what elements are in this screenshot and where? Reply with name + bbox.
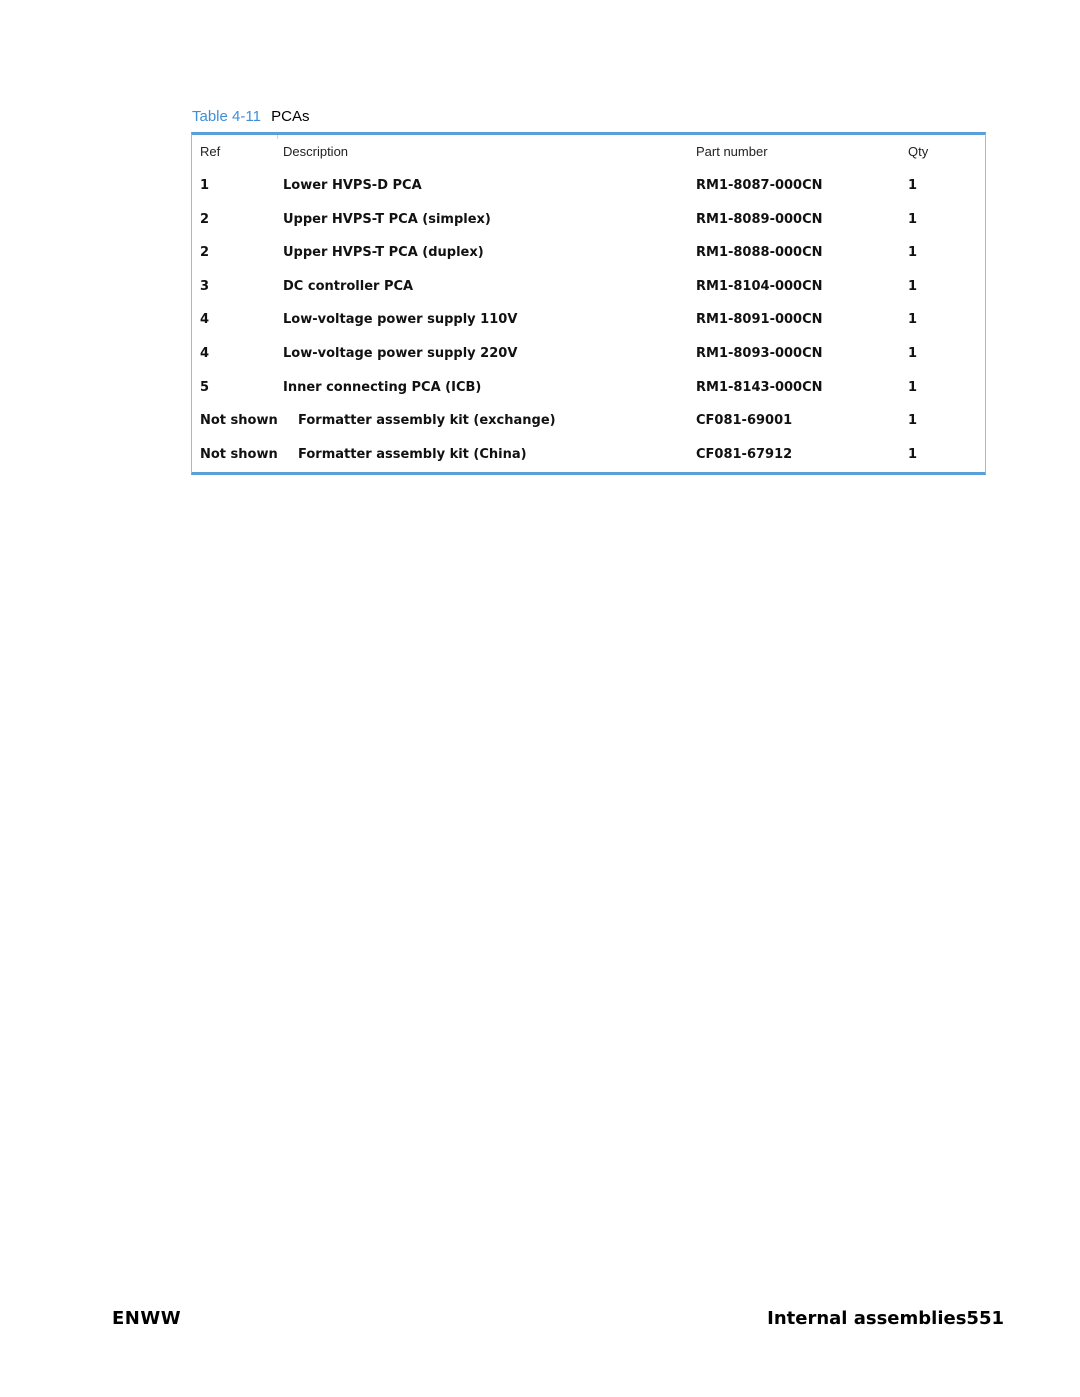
header-ref: Ref bbox=[200, 144, 221, 159]
cell-ref: Not shown bbox=[200, 413, 278, 429]
table-row: Not shown Formatter assembly kit (China) C… bbox=[192, 447, 985, 467]
table-row: 2 Upper HVPS-T PCA (simplex) RM1-8089-000C… bbox=[192, 212, 985, 232]
table-caption: Table 4-11 PCAs bbox=[192, 108, 309, 126]
page-number: 551 bbox=[966, 1308, 1004, 1329]
cell-part-number: RM1-8104-000CN bbox=[696, 278, 823, 294]
caption-number: 4-11 bbox=[232, 108, 261, 125]
cell-qty: 1 bbox=[908, 446, 918, 462]
table-row: 1 Lower HVPS-D PCA RM1-8087-000CN 1 bbox=[192, 178, 985, 198]
cell-ref: 4 bbox=[200, 346, 210, 361]
cell-ref: 1 bbox=[200, 178, 210, 193]
header-description: Description bbox=[283, 144, 349, 159]
header-part-number: Part number bbox=[696, 144, 768, 159]
cell-part-number: RM1-8089-000CN bbox=[696, 211, 823, 227]
caption-label: Table bbox=[192, 108, 228, 125]
cell-part-number: CF081-67912 bbox=[696, 446, 793, 462]
cell-description: Lower HVPS-D PCA bbox=[283, 178, 422, 193]
cell-part-number: CF081-69001 bbox=[696, 413, 793, 429]
cell-description: Inner connecting PCA (ICB) bbox=[283, 379, 482, 395]
footer-locale-code: ENWW bbox=[112, 1308, 182, 1329]
cell-qty: 1 bbox=[908, 346, 918, 361]
cell-qty: 1 bbox=[908, 245, 918, 261]
cell-ref: Not shown bbox=[200, 446, 278, 462]
table-row: 4 Low-voltage power supply 220V RM1-8093-0… bbox=[192, 346, 985, 366]
cell-qty: 1 bbox=[908, 178, 918, 193]
cell-ref: 3 bbox=[200, 278, 210, 294]
table-row: 5 Inner connecting PCA (ICB) RM1-8143-000C… bbox=[192, 380, 985, 400]
cell-description: Low-voltage power supply 220V bbox=[283, 346, 518, 361]
cell-part-number: RM1-8088-000CN bbox=[696, 245, 823, 261]
table-row: 4 Low-voltage power supply 110V RM1-8091-0… bbox=[192, 312, 985, 332]
cell-description: Formatter assembly kit (China) bbox=[298, 446, 527, 462]
footer-section: Internal assemblies551 bbox=[767, 1308, 1004, 1329]
cell-qty: 1 bbox=[908, 278, 918, 294]
cell-ref: 4 bbox=[200, 312, 210, 328]
pcas-table: Ref Description Part number Qty 1 Lower H… bbox=[191, 132, 986, 475]
cell-part-number: RM1-8087-000CN bbox=[696, 178, 823, 193]
cell-part-number: RM1-8143-000CN bbox=[696, 379, 823, 395]
cell-qty: 1 bbox=[908, 379, 918, 395]
cell-description: DC controller PCA bbox=[283, 278, 414, 294]
cell-part-number: RM1-8091-000CN bbox=[696, 312, 823, 328]
header-qty: Qty bbox=[908, 144, 929, 159]
cell-description: Upper HVPS-T PCA (duplex) bbox=[283, 245, 484, 261]
table-header-row: Ref Description Part number Qty bbox=[192, 144, 985, 164]
cell-description: Formatter assembly kit (exchange) bbox=[298, 413, 556, 429]
cell-description: Upper HVPS-T PCA (simplex) bbox=[283, 211, 491, 227]
cell-ref: 2 bbox=[200, 245, 210, 261]
table-row: Not shown Formatter assembly kit (exchang… bbox=[192, 413, 985, 433]
table-row: 2 Upper HVPS-T PCA (duplex) RM1-8088-000CN… bbox=[192, 245, 985, 265]
header-divider bbox=[277, 135, 278, 139]
cell-part-number: RM1-8093-000CN bbox=[696, 346, 823, 361]
cell-qty: 1 bbox=[908, 211, 918, 227]
table-row: 3 DC controller PCA RM1-8104-000CN 1 bbox=[192, 279, 985, 299]
footer-section-title: Internal assemblies bbox=[767, 1308, 967, 1329]
cell-qty: 1 bbox=[908, 312, 918, 328]
cell-description: Low-voltage power supply 110V bbox=[283, 312, 518, 328]
cell-ref: 2 bbox=[200, 211, 210, 227]
caption-title: PCAs bbox=[271, 108, 310, 125]
cell-qty: 1 bbox=[908, 413, 918, 429]
cell-ref: 5 bbox=[200, 379, 210, 395]
